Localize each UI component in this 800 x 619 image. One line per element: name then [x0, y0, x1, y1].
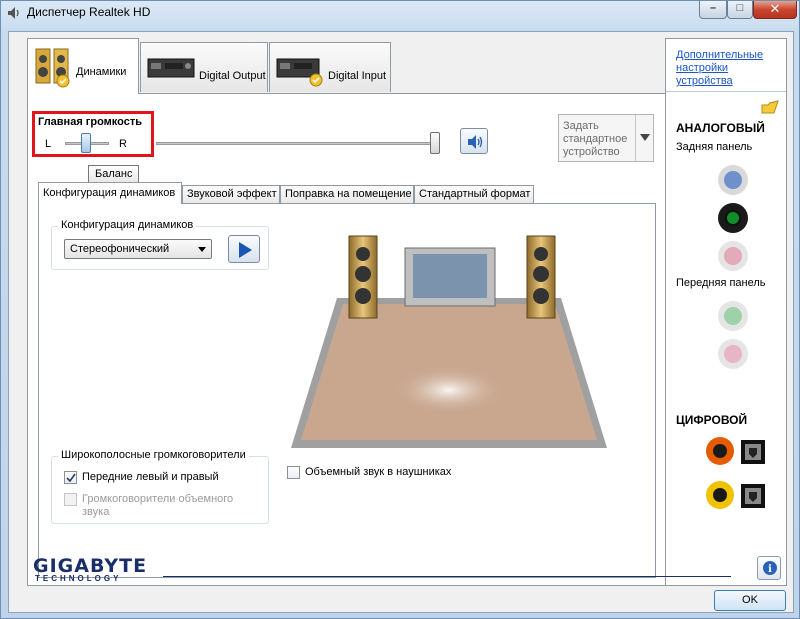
tab-default-format[interactable]: Стандартный формат: [414, 185, 534, 203]
headphone-surround-checkbox[interactable]: [287, 466, 300, 479]
digital-title: ЦИФРОВОЙ: [676, 413, 748, 427]
folder-icon[interactable]: [760, 97, 780, 117]
master-volume-thumb[interactable]: [430, 132, 440, 154]
gigabyte-logo-sub: TECHNOLOGY: [35, 574, 122, 583]
balance-tooltip: Баланс: [88, 165, 140, 183]
tab-speakers[interactable]: Динамики: [27, 38, 139, 94]
tab-digital-output[interactable]: Digital Output: [140, 42, 268, 92]
tab-label: Digital Output: [199, 70, 266, 82]
master-volume-track[interactable]: [156, 142, 438, 145]
tab-label: Digital Input: [328, 70, 387, 82]
tab-speaker-config[interactable]: Конфигурация динамиков: [38, 182, 182, 204]
digital-input-device-icon: [276, 58, 323, 87]
speaker-config-select[interactable]: Стереофонический: [64, 239, 212, 259]
jack-panel: Дополнительные настройки устройства АНАЛ…: [665, 38, 787, 586]
tab-room-correction[interactable]: Поправка на помещение: [280, 185, 414, 203]
speaker-config-panel: Конфигурация динамиков Стереофонический: [38, 203, 656, 578]
speaker-config-group: Конфигурация динамиков Стереофонический: [51, 219, 269, 270]
client-area: Динамики Digital Output Digital Input Гл…: [8, 31, 794, 613]
tab-label: Динамики: [76, 66, 127, 78]
balance-left-label: L: [45, 138, 52, 150]
divider: [666, 91, 786, 92]
speaker-app-icon: [8, 7, 19, 19]
speakers-panel: Главная громкость L R Баланс Задать стан…: [27, 93, 667, 586]
minimize-button[interactable]: –: [699, 1, 727, 19]
optical-out-icon[interactable]: [740, 439, 766, 465]
chevron-down-icon: [640, 134, 650, 141]
balance-slider-thumb[interactable]: [81, 133, 91, 153]
maximize-button[interactable]: □: [727, 1, 753, 19]
headphone-surround-label: Объемный звук в наушниках: [305, 466, 452, 478]
front-panel-label: Передняя панель: [676, 277, 766, 289]
speaker-volume-icon: [468, 135, 483, 149]
digital-output-device-icon: [147, 58, 195, 78]
chevron-down-icon: [198, 247, 206, 252]
front-lr-checkbox[interactable]: [64, 471, 77, 484]
main-volume-title: Главная громкость: [38, 116, 143, 128]
window-title: Диспетчер Realtek HD: [27, 5, 151, 19]
tab-digital-input[interactable]: Digital Input: [269, 42, 391, 92]
svg-text:i: i: [768, 564, 772, 575]
jack-front-pink[interactable]: [718, 339, 748, 369]
tab-sound-effect[interactable]: Звуковой эффект: [182, 185, 280, 203]
footer-divider: [163, 576, 731, 577]
set-default-device-button[interactable]: Задать стандартное устройство: [558, 114, 654, 162]
window-frame: Диспетчер Realtek HD – □ ✕ Динамики Digi…: [0, 0, 800, 619]
front-lr-label: Передние левый и правый: [82, 471, 219, 483]
jack-back-green[interactable]: [718, 203, 748, 233]
jack-front-green[interactable]: [718, 301, 748, 331]
play-icon: [239, 242, 252, 258]
fullrange-group: Широкополосные громкоговорители Передние…: [51, 449, 269, 524]
speaker-config-group-title: Конфигурация динамиков: [58, 219, 197, 231]
advanced-settings-link[interactable]: Дополнительные настройки устройства: [676, 49, 780, 88]
mute-button[interactable]: [460, 128, 488, 154]
room-illustration: [291, 235, 607, 448]
jack-back-pink[interactable]: [718, 241, 748, 271]
jack-back-blue[interactable]: [718, 165, 748, 195]
dropdown-arrow[interactable]: [635, 115, 653, 161]
back-panel-label: Задняя панель: [676, 141, 753, 153]
info-button[interactable]: i: [757, 556, 781, 580]
jack-spdif-out[interactable]: [706, 437, 734, 465]
analog-title: АНАЛОГОВЫЙ: [676, 121, 765, 135]
speakers-icon: [35, 48, 70, 88]
surround-checkbox[interactable]: [64, 493, 77, 506]
title-bar[interactable]: Диспетчер Realtek HD – □ ✕: [1, 1, 800, 25]
surround-label: Громкоговорители объемного звука: [82, 493, 234, 518]
fullrange-group-title: Широкополосные громкоговорители: [58, 449, 249, 461]
speaker-config-value: Стереофонический: [70, 243, 170, 255]
ok-button[interactable]: OK: [714, 590, 786, 611]
optical-in-icon[interactable]: [740, 483, 766, 509]
jack-spdif-in[interactable]: [706, 481, 734, 509]
play-test-button[interactable]: [228, 235, 260, 263]
checkmark-icon: [66, 473, 76, 483]
set-default-device-label: Задать стандартное устройство: [563, 120, 628, 158]
close-button[interactable]: ✕: [753, 1, 797, 19]
balance-right-label: R: [119, 138, 127, 150]
info-icon: i: [763, 561, 777, 575]
